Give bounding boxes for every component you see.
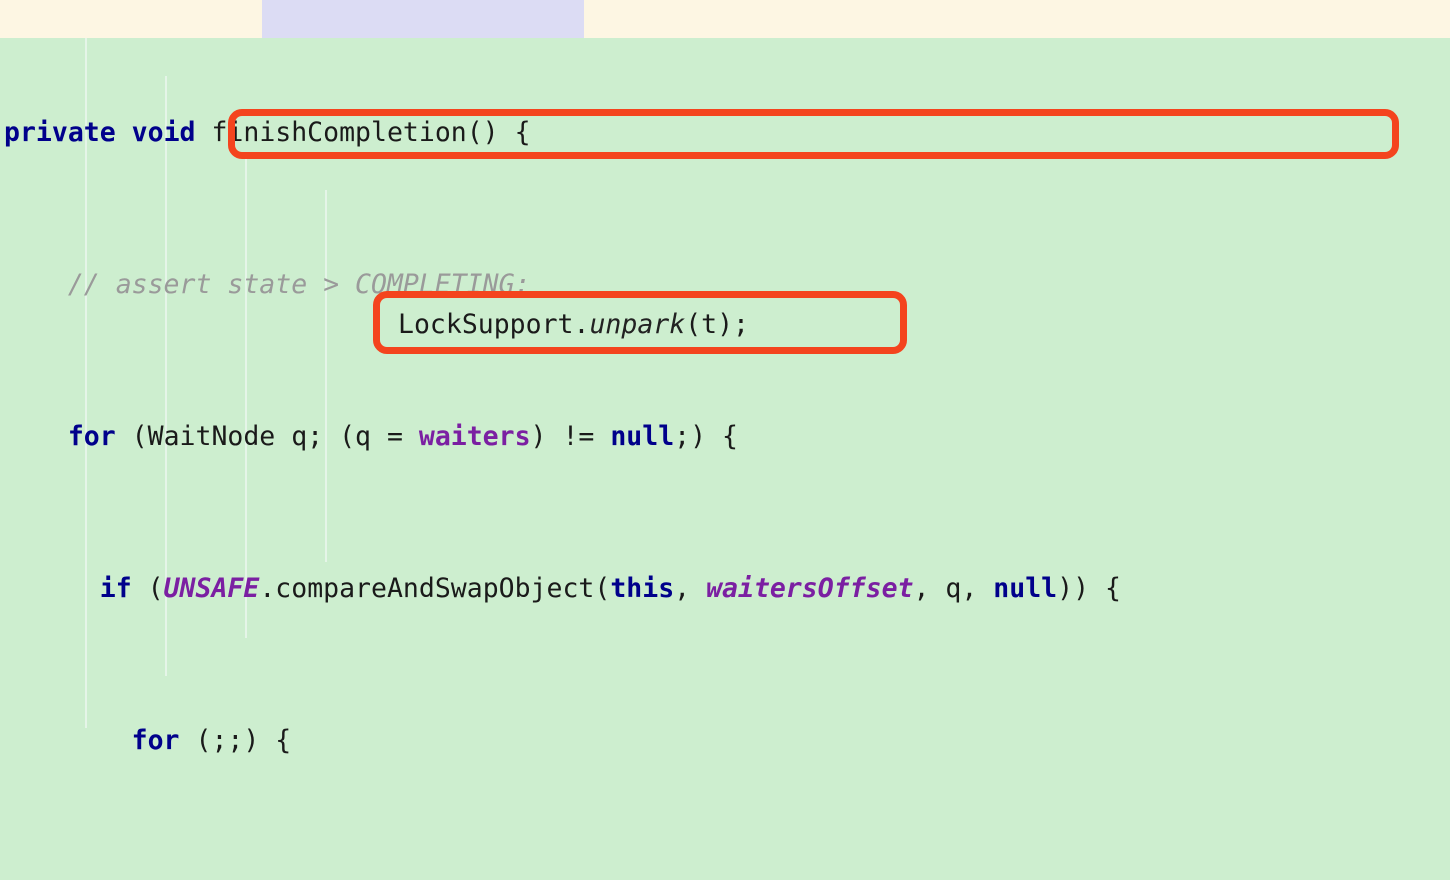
- code-line: if (UNSAFE.compareAndSwapObject(this, wa…: [99, 573, 1121, 604]
- code-line: for (WaitNode q; (q = waiters) != null;)…: [67, 421, 738, 452]
- annotation-box-unpark-text: LockSupport.unpark(t);: [398, 309, 750, 340]
- code-block: private void finishCompletion() { // ass…: [0, 0, 1450, 880]
- code-line: private void finishCompletion() {: [4, 117, 531, 148]
- code-line: for (;;) {: [131, 725, 292, 756]
- code-slide: private void finishCompletion() { // ass…: [0, 0, 1450, 880]
- code-line: // assert state > COMPLETING;: [67, 269, 531, 300]
- code-line: Thread t = q.thread;: [0, 874, 1450, 880]
